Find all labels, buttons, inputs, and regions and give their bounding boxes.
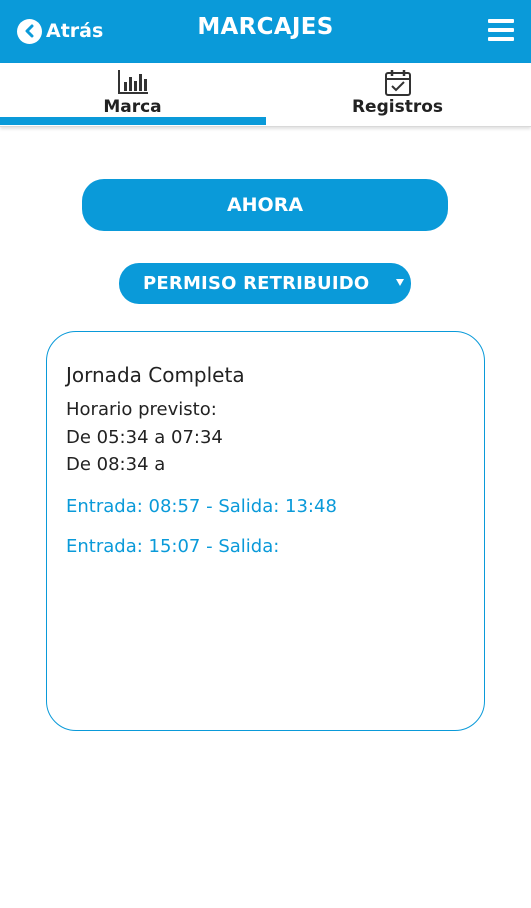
absence-type-select[interactable]: PERMISO RETRIBUIDO <box>119 263 411 304</box>
tab-label: Marca <box>103 97 162 117</box>
app-header: Atrás MARCAJES <box>0 0 531 63</box>
active-tab-indicator <box>0 117 266 125</box>
page-title: MARCAJES <box>197 14 334 40</box>
hamburger-menu-icon[interactable] <box>488 19 514 41</box>
expected-slot: De 05:34 a 07:34 <box>66 427 223 448</box>
clock-record: Entrada: 08:57 - Salida: 13:48 <box>66 496 337 517</box>
expected-schedule-label: Horario previsto: <box>66 399 217 420</box>
tab-label: Registros <box>351 97 444 117</box>
absence-type-value: PERMISO RETRIBUIDO <box>143 273 370 294</box>
caret-down-icon <box>396 279 404 286</box>
schedule-card: Jornada Completa Horario previsto: De 05… <box>46 331 485 731</box>
now-button[interactable]: AHORA <box>82 179 448 231</box>
expected-slot: De 08:34 a <box>66 454 166 475</box>
tab-registros[interactable]: Registros <box>265 63 530 126</box>
bar-chart-icon <box>117 69 149 99</box>
clock-record: Entrada: 15:07 - Salida: <box>66 536 280 557</box>
schedule-title: Jornada Completa <box>66 363 245 387</box>
